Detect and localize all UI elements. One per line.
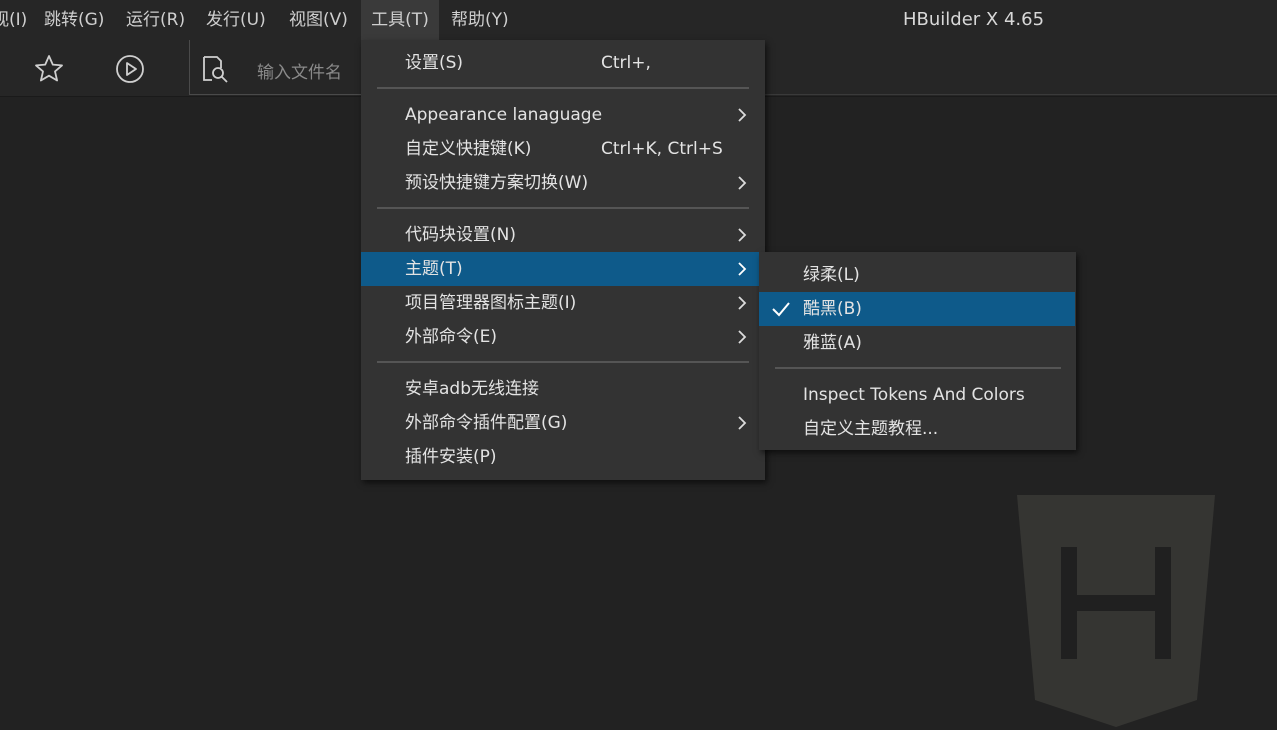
menu-separator [377, 87, 749, 89]
file-search-placeholder: 输入文件名 [257, 63, 342, 83]
menu-goto[interactable]: 跳转(G) [44, 0, 104, 40]
checkmark-icon [772, 302, 790, 317]
menu-tools[interactable]: 工具(T) [361, 0, 439, 40]
menu-item-custom-shortcuts[interactable]: 自定义快捷键(K) Ctrl+K, Ctrl+S [361, 132, 759, 166]
theme-submenu: 绿柔(L) 酷黑(B) 雅蓝(A) Inspect Tokens And Col… [759, 252, 1076, 450]
menu-item-snippets[interactable]: 代码块设置(N) [361, 218, 759, 252]
submenu-item-label: Inspect Tokens And Colors [803, 385, 1025, 405]
menu-item-label: 自定义快捷键(K) [405, 139, 532, 159]
menu-run[interactable]: 运行(R) [126, 0, 185, 40]
menu-item-label: 主题(T) [405, 259, 463, 279]
theme-item-blue[interactable]: 雅蓝(A) [759, 326, 1075, 360]
menu-item-label: 插件安装(P) [405, 447, 497, 467]
app-title: HBuilder X 4.65 [903, 9, 1045, 30]
menu-item-label: 预设快捷键方案切换(W) [405, 173, 589, 193]
menu-item-appearance-language[interactable]: Appearance lanaguage [361, 98, 759, 132]
chevron-right-icon [738, 176, 747, 190]
chevron-right-icon [738, 228, 747, 242]
theme-item-inspect-tokens[interactable]: Inspect Tokens And Colors [759, 378, 1075, 412]
submenu-separator [775, 367, 1061, 369]
tools-menu: 设置(S) Ctrl+, Appearance lanaguage 自定义快捷键… [361, 40, 765, 480]
theme-item-green[interactable]: 绿柔(L) [759, 258, 1075, 292]
menu-item-icon-theme[interactable]: 项目管理器图标主题(I) [361, 286, 759, 320]
menu-item-external-commands[interactable]: 外部命令(E) [361, 320, 759, 354]
menu-item-shortcut: Ctrl+K, Ctrl+S [601, 139, 723, 159]
menu-item-label: 设置(S) [405, 53, 464, 73]
chevron-right-icon [738, 262, 747, 276]
menu-separator [377, 207, 749, 209]
menu-item-label: 外部命令(E) [405, 327, 498, 347]
chevron-right-icon [738, 108, 747, 122]
menu-separator [377, 361, 749, 363]
play-icon[interactable] [115, 54, 145, 84]
theme-item-dark[interactable]: 酷黑(B) [759, 292, 1075, 326]
menu-partial[interactable]: 视(I) [0, 0, 27, 40]
menu-item-shortcut: Ctrl+, [601, 53, 651, 73]
menu-item-label: 安卓adb无线连接 [405, 379, 539, 399]
menu-item-label: 项目管理器图标主题(I) [405, 293, 577, 313]
menu-help[interactable]: 帮助(Y) [451, 0, 509, 40]
menu-item-settings[interactable]: 设置(S) Ctrl+, [361, 46, 759, 80]
star-icon[interactable] [34, 54, 64, 84]
menu-publish[interactable]: 发行(U) [206, 0, 266, 40]
submenu-item-label: 自定义主题教程... [803, 419, 939, 439]
menu-view[interactable]: 视图(V) [289, 0, 348, 40]
hbuilder-logo [1017, 495, 1215, 727]
menu-item-external-plugin-config[interactable]: 外部命令插件配置(G) [361, 406, 759, 440]
toolbar-divider [765, 94, 1277, 95]
chevron-right-icon [738, 296, 747, 310]
menu-item-label: Appearance lanaguage [405, 105, 603, 125]
submenu-item-label: 雅蓝(A) [803, 333, 862, 353]
chevron-right-icon [738, 330, 747, 344]
menubar: 视(I) 跳转(G) 运行(R) 发行(U) 视图(V) 工具(T) 帮助(Y)… [0, 0, 1277, 40]
menu-item-keymap-preset[interactable]: 预设快捷键方案切换(W) [361, 166, 759, 200]
theme-item-custom-tutorial[interactable]: 自定义主题教程... [759, 412, 1075, 446]
menu-item-theme[interactable]: 主题(T) [361, 252, 759, 286]
chevron-right-icon [738, 416, 747, 430]
menu-item-label: 代码块设置(N) [405, 225, 516, 245]
menu-item-label: 外部命令插件配置(G) [405, 413, 568, 433]
submenu-item-label: 绿柔(L) [803, 265, 860, 285]
menu-item-plugin-install[interactable]: 插件安装(P) [361, 440, 759, 474]
submenu-item-label: 酷黑(B) [803, 299, 862, 319]
menu-item-adb-wireless[interactable]: 安卓adb无线连接 [361, 372, 759, 406]
